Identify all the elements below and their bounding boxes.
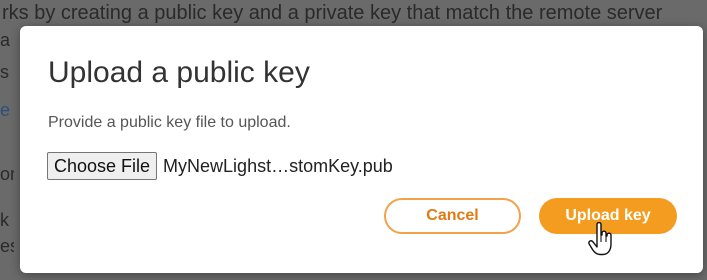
background-fragment: e <box>0 100 11 120</box>
background-fragment: a <box>0 30 11 50</box>
selected-file-name: MyNewLighst…stomKey.pub <box>163 155 393 176</box>
hand-pointer-icon <box>588 222 612 256</box>
background-fragment: s <box>0 62 9 82</box>
cancel-button[interactable]: Cancel <box>384 198 521 234</box>
file-input-row: Choose File MyNewLighst…stomKey.pub <box>47 152 393 180</box>
upload-key-dialog: Upload a public key Provide a public key… <box>20 26 703 273</box>
background-fragment: or <box>0 164 14 184</box>
background-fragment: es <box>0 236 14 256</box>
background-text: rks by creating a public key and a priva… <box>2 2 663 24</box>
dialog-description: Provide a public key file to upload. <box>48 114 291 131</box>
choose-file-button[interactable]: Choose File <box>47 152 158 180</box>
background-fragment: k <box>0 210 9 230</box>
dialog-title: Upload a public key <box>48 56 310 89</box>
